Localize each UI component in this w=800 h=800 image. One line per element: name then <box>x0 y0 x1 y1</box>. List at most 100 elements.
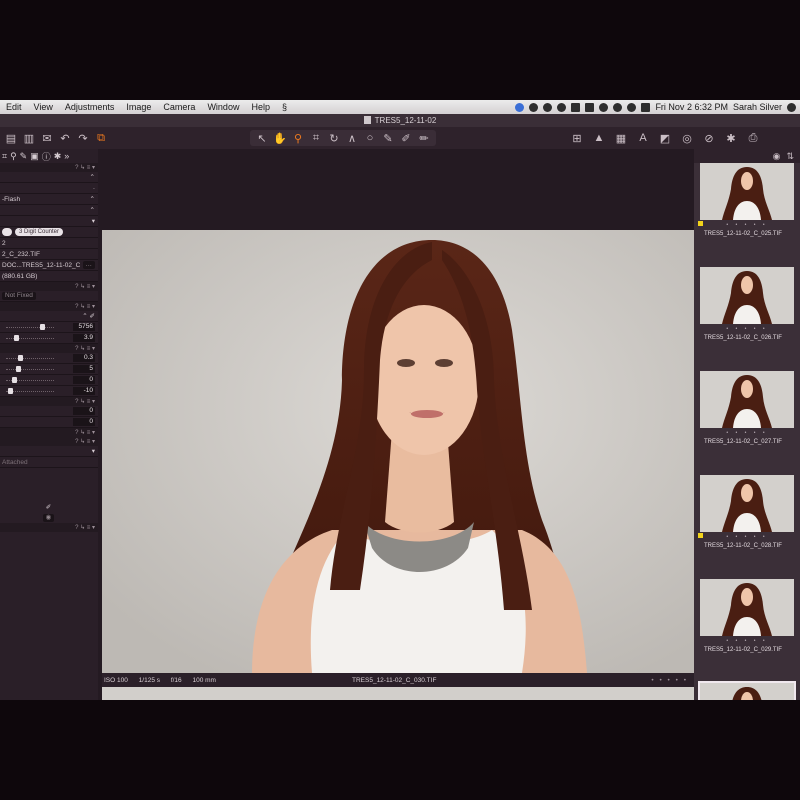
exposure-slider[interactable] <box>6 354 54 362</box>
filmstrip-thumbnail[interactable]: • • • • • TRES5_12-11-02_C_026.TIF <box>700 267 794 343</box>
crop-tab-icon[interactable]: ⌗ <box>2 151 7 162</box>
print-icon[interactable]: ⎙ <box>744 130 762 146</box>
thumbnail-rating[interactable]: • • • • • <box>700 324 794 334</box>
menu-view[interactable]: View <box>28 100 59 114</box>
settings-icon[interactable]: ✱ <box>722 130 740 146</box>
browse-button[interactable]: … <box>82 261 95 269</box>
kelvin-slider[interactable] <box>6 323 54 331</box>
camera-row[interactable]: ◉ <box>0 512 98 523</box>
search-icon[interactable]: ⚲ <box>10 151 17 162</box>
brush-icon[interactable]: ✎ <box>379 130 397 146</box>
text-icon[interactable]: A <box>634 130 652 146</box>
filmstrip-thumbnail[interactable]: • • • • • <box>698 681 796 700</box>
thumbnail-rating[interactable]: • • • • • <box>700 220 794 230</box>
pan-icon[interactable]: ✋ <box>271 130 289 146</box>
user-name[interactable]: Sarah Silver <box>733 102 782 112</box>
menu-help[interactable]: Help <box>245 100 276 114</box>
preset-row[interactable]: ⌃ <box>0 172 98 183</box>
thumbnail-image[interactable] <box>698 681 796 700</box>
thumbnail-rating[interactable]: • • • • • <box>700 428 794 438</box>
option-row[interactable]: ⌃ <box>0 205 98 216</box>
thumbnail-image[interactable] <box>700 371 794 428</box>
import-icon[interactable]: ▤ <box>2 130 20 146</box>
info-tab-icon[interactable]: ⓘ <box>42 150 51 163</box>
contrast-slider[interactable] <box>6 365 54 373</box>
thumbnail-image[interactable] <box>700 267 794 324</box>
kelvin-value[interactable]: 5756 <box>73 323 95 331</box>
bluetooth-icon[interactable] <box>613 102 623 112</box>
redo-icon[interactable]: ↷ <box>74 130 92 146</box>
more-tabs-icon[interactable]: » <box>64 151 69 161</box>
size-row[interactable]: Not Fixed <box>0 291 98 302</box>
eject-icon[interactable] <box>571 102 581 112</box>
pointer-icon[interactable]: ↖ <box>253 130 271 146</box>
tint-value[interactable]: 3.9 <box>73 334 95 342</box>
crop-icon[interactable]: ⌗ <box>307 130 325 146</box>
counter-row[interactable]: 3 Digit Counter <box>0 227 98 238</box>
time-machine-icon[interactable] <box>599 102 609 112</box>
keystone-icon[interactable]: ∧ <box>343 130 361 146</box>
preset-row-2[interactable]: · <box>0 183 98 194</box>
warning-icon[interactable]: ▲ <box>590 130 608 146</box>
counter-token[interactable]: 3 Digit Counter <box>15 228 64 236</box>
color-tag[interactable] <box>698 533 703 538</box>
wifi-icon[interactable] <box>627 102 637 112</box>
location-row[interactable]: DOC...TRES5_12-11-02_C… <box>0 260 98 271</box>
image-viewer[interactable] <box>102 230 694 700</box>
proof-icon[interactable]: ⊘ <box>700 130 718 146</box>
thumbnail-image[interactable] <box>700 163 794 220</box>
camera-icon[interactable]: ◎ <box>678 130 696 146</box>
rotate-icon[interactable]: ↻ <box>325 130 343 146</box>
thumbnail-image[interactable] <box>700 579 794 636</box>
collapsed-row[interactable]: ▾ <box>0 446 98 457</box>
dropbox-icon[interactable] <box>515 102 525 112</box>
option-row-2[interactable]: ▾ <box>0 216 98 227</box>
copy-adjustments-icon[interactable]: ⧉ <box>92 130 110 146</box>
annotate-icon[interactable]: ✏ <box>415 130 433 146</box>
saturation-slider[interactable] <box>6 387 54 395</box>
saturation-row[interactable]: -10 <box>0 386 98 397</box>
thumbnail-rating[interactable]: • • • • • <box>700 532 794 542</box>
thumbnail-rating[interactable]: • • • • • <box>700 636 794 646</box>
brightness-row[interactable]: 0 <box>0 375 98 386</box>
overlay-icon[interactable]: ▦ <box>612 130 630 146</box>
clock[interactable]: Fri Nov 2 6:32 PM <box>655 102 728 112</box>
exposure-icon[interactable]: ◩ <box>656 130 674 146</box>
thumbnail-image[interactable] <box>700 475 794 532</box>
script-icon[interactable]: § <box>276 100 293 114</box>
filmstrip-thumbnail[interactable]: • • • • • TRES5_12-11-02_C_028.TIF <box>698 475 794 551</box>
brush-tab-icon[interactable]: ✎ <box>20 151 28 162</box>
menu-camera[interactable]: Camera <box>157 100 201 114</box>
timer-icon[interactable] <box>543 102 553 112</box>
trash-icon[interactable]: ▥ <box>20 130 38 146</box>
picker-icon[interactable]: ✐ <box>397 130 415 146</box>
filmstrip-thumbnail[interactable]: • • • • • TRES5_12-11-02_C_025.TIF <box>698 163 794 239</box>
picker-row[interactable]: ✐ <box>0 501 98 512</box>
contrast-row[interactable]: 5 <box>0 364 98 375</box>
color-tag[interactable] <box>698 221 703 226</box>
library-tab-icon[interactable]: ▣ <box>30 151 39 162</box>
brightness-slider[interactable] <box>6 376 54 384</box>
menu-window[interactable]: Window <box>201 100 245 114</box>
level-row-1[interactable]: 0 <box>0 406 98 417</box>
bell-icon[interactable] <box>529 102 539 112</box>
toggle-pill[interactable] <box>2 228 12 236</box>
volume-icon[interactable] <box>641 102 651 112</box>
eye-icon[interactable]: ◉ <box>773 151 781 162</box>
menu-edit[interactable]: Edit <box>0 100 28 114</box>
wb-mode-row[interactable]: ⌃ ✐ <box>0 311 98 322</box>
rating-dots[interactable]: • • • • • <box>651 677 688 684</box>
flash-row[interactable]: -Flash ⌃ <box>0 194 98 205</box>
browser-filmstrip[interactable]: ◉ ⇅ • • • • • TRES5_12-11-02_C_025.TIF • •… <box>694 149 800 700</box>
process-icon[interactable]: ✉ <box>38 130 56 146</box>
grid-icon[interactable]: ⊞ <box>568 130 586 146</box>
display-icon[interactable] <box>585 102 595 112</box>
camera-button[interactable]: ◉ <box>42 513 55 522</box>
tint-slider[interactable] <box>6 334 54 342</box>
kelvin-row[interactable]: 5756 <box>0 322 98 333</box>
menu-image[interactable]: Image <box>120 100 157 114</box>
undo-icon[interactable]: ↶ <box>56 130 74 146</box>
filmstrip-thumbnail[interactable]: • • • • • TRES5_12-11-02_C_029.TIF <box>700 579 794 655</box>
loupe-icon[interactable]: ⚲ <box>289 130 307 146</box>
picker-icon-small[interactable]: ✐ <box>46 503 51 511</box>
